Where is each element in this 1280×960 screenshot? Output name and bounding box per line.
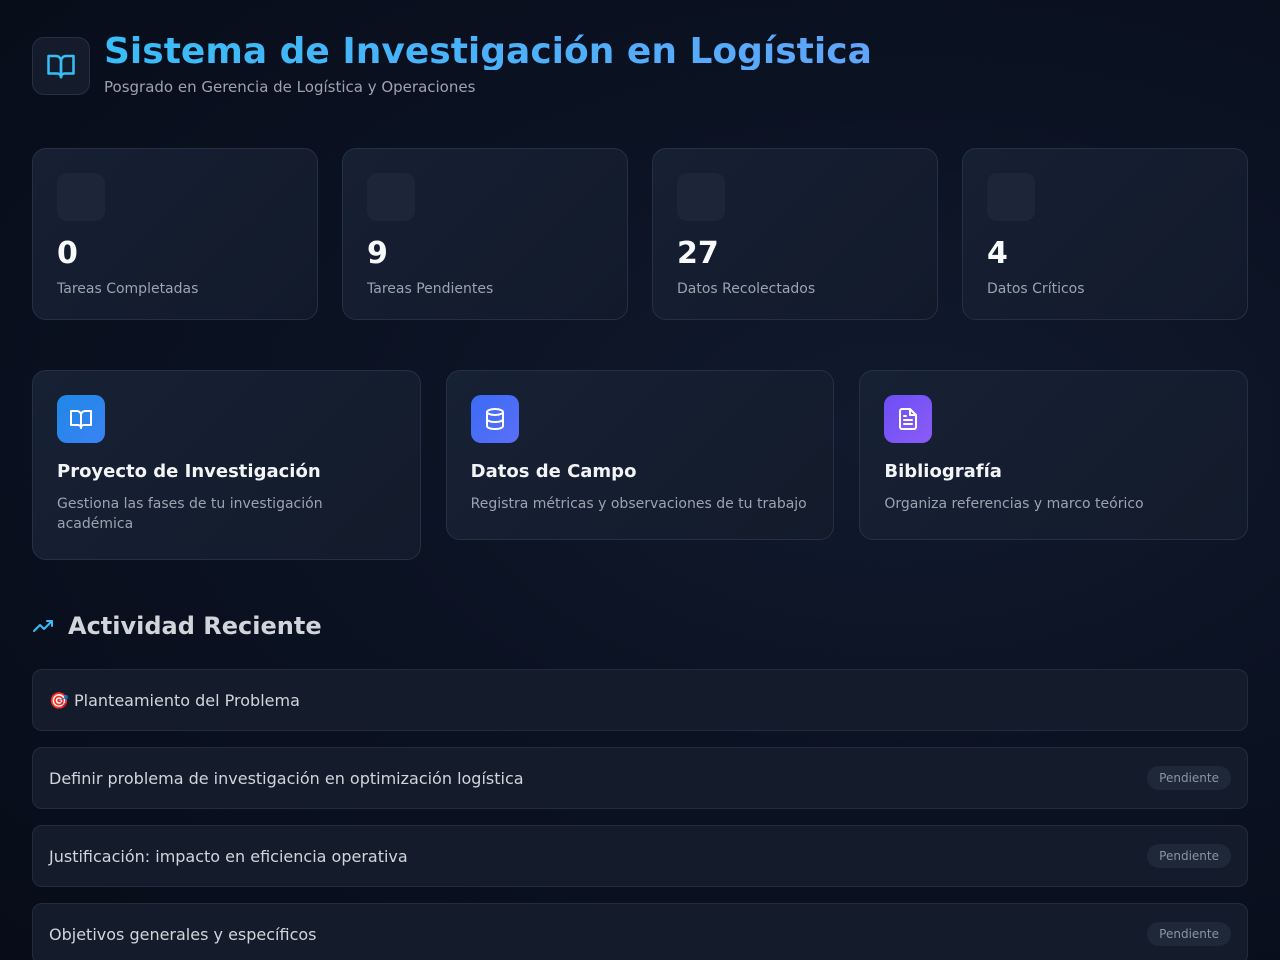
trending-up-icon [33, 620, 53, 632]
module-card-bibliography[interactable]: Bibliografía Organiza referencias y marc… [859, 370, 1249, 540]
activity-text: Objetivos generales y específicos [49, 924, 317, 944]
module-title: Proyecto de Investigación [57, 461, 321, 482]
stat-icon-placeholder [367, 173, 415, 221]
activity-section-header: Actividad Reciente [32, 612, 322, 640]
status-badge: Pendiente [1147, 766, 1231, 790]
stat-card-critical: 4 Datos Críticos [962, 148, 1248, 320]
module-description: Organiza referencias y marco teórico [884, 496, 1144, 512]
book-open-icon [70, 410, 92, 429]
stat-icon-placeholder [57, 173, 105, 221]
module-title: Datos de Campo [470, 461, 637, 482]
stat-label: Datos Recolectados [677, 281, 816, 297]
stats-row: 0 Tareas Completadas 9 Tareas Pendientes… [32, 148, 1248, 320]
list-item[interactable]: Justificación: impacto en eficiencia ope… [32, 825, 1248, 887]
stat-value: 4 [987, 236, 1008, 271]
module-title: Bibliografía [884, 461, 1002, 482]
stat-value: 0 [57, 236, 78, 271]
database-icon [485, 408, 504, 430]
module-icon-box [57, 395, 105, 443]
module-icon-box [470, 395, 519, 443]
page-title: Sistema de Investigación en Logística [104, 31, 872, 72]
stat-label: Tareas Pendientes [367, 281, 494, 297]
app-logo [32, 37, 90, 95]
list-item[interactable]: Definir problema de investigación en opt… [32, 747, 1248, 809]
stat-card-collected: 27 Datos Recolectados [652, 148, 938, 320]
module-card-field-data[interactable]: Datos de Campo Registra métricas y obser… [445, 370, 835, 540]
stat-icon-placeholder [987, 173, 1035, 221]
activity-list: 🎯 Planteamiento del Problema Definir pro… [32, 669, 1248, 960]
activity-text: 🎯 Planteamiento del Problema [49, 690, 300, 710]
modules-row: Proyecto de Investigación Gestiona las f… [32, 370, 1249, 560]
module-card-research-project[interactable]: Proyecto de Investigación Gestiona las f… [32, 370, 421, 560]
file-text-icon [899, 408, 918, 430]
book-open-icon [47, 54, 75, 79]
page-header: Sistema de Investigación en Logística Po… [32, 34, 872, 96]
stat-icon-placeholder [677, 173, 725, 221]
activity-text: Justificación: impacto en eficiencia ope… [49, 846, 408, 866]
page-subtitle: Posgrado en Gerencia de Logística y Oper… [104, 78, 476, 96]
stat-card-completed: 0 Tareas Completadas [32, 148, 318, 320]
stat-label: Tareas Completadas [57, 281, 199, 297]
module-description: Registra métricas y observaciones de tu … [470, 496, 807, 512]
status-badge: Pendiente [1147, 922, 1231, 946]
stat-value: 9 [367, 236, 388, 271]
activity-title: Actividad Reciente [68, 612, 322, 640]
stat-label: Datos Críticos [987, 281, 1085, 297]
list-item[interactable]: Objetivos generales y específicos Pendie… [32, 903, 1248, 960]
module-icon-box [884, 395, 933, 443]
stat-value: 27 [677, 236, 719, 271]
list-item[interactable]: 🎯 Planteamiento del Problema [32, 669, 1248, 731]
module-description: Gestiona las fases de tu investigación a… [57, 496, 323, 532]
status-badge: Pendiente [1147, 844, 1231, 868]
stat-card-pending: 9 Tareas Pendientes [342, 148, 628, 320]
activity-text: Definir problema de investigación en opt… [49, 768, 524, 788]
